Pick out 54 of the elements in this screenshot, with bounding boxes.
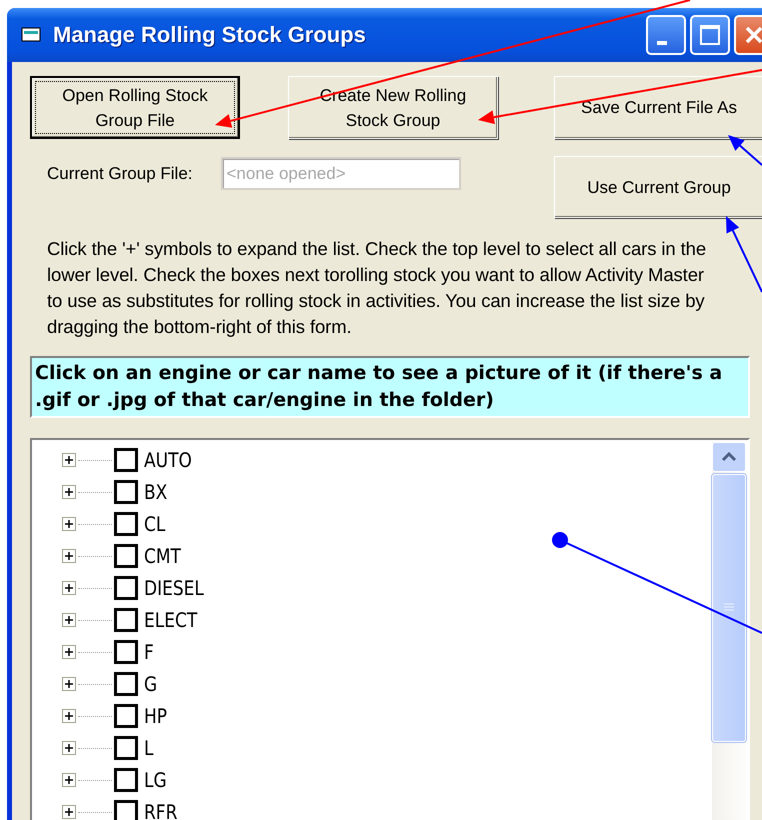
checkbox[interactable] (114, 448, 138, 472)
tree-item[interactable]: RFR (144, 800, 178, 820)
checkbox[interactable] (114, 576, 138, 600)
checkbox[interactable] (114, 800, 138, 820)
close-icon (743, 24, 762, 46)
scroll-thumb[interactable] (712, 474, 746, 742)
expand-icon[interactable] (62, 741, 76, 755)
expand-icon[interactable] (62, 613, 76, 627)
tree-item[interactable]: ELECT (144, 608, 198, 632)
checkbox[interactable] (114, 544, 138, 568)
maximize-icon (699, 24, 721, 46)
expand-icon[interactable] (62, 485, 76, 499)
expand-icon[interactable] (62, 709, 76, 723)
checkbox[interactable] (114, 640, 138, 664)
expand-icon[interactable] (62, 645, 76, 659)
scrollbar[interactable] (712, 442, 746, 820)
tree-item[interactable]: AUTO (144, 448, 192, 472)
tree-item[interactable]: G (144, 672, 158, 696)
minimize-button[interactable] (646, 15, 686, 55)
maximize-button[interactable] (690, 15, 730, 55)
expand-icon[interactable] (62, 517, 76, 531)
checkbox[interactable] (114, 768, 138, 792)
expand-icon[interactable] (62, 581, 76, 595)
expand-icon[interactable] (62, 453, 76, 467)
dialog-button[interactable]: Save Current File As (554, 76, 762, 139)
instructions-text: Click the '+' symbols to expand the list. Check the top level to select all cars in the lower level. Check the boxes next torolling stock you want to allow Activity Master to use as substitutes for rolling stock in activities. You can increase the list size by dragging the bottom-right of this form. (47, 237, 708, 339)
window-title: Manage Rolling Stock Groups (53, 22, 367, 48)
tree-item[interactable]: HP (144, 704, 168, 728)
checkbox[interactable] (114, 736, 138, 760)
expand-icon[interactable] (62, 677, 76, 691)
tree-item[interactable]: LG (144, 768, 167, 792)
dialog-button[interactable]: Create New Rolling Stock Group (288, 76, 498, 139)
tree-item[interactable]: CMT (144, 544, 181, 568)
expand-icon[interactable] (62, 549, 76, 563)
checkbox[interactable] (114, 480, 138, 504)
tree-item[interactable]: BX (144, 480, 168, 504)
tree-item[interactable]: F (144, 640, 154, 664)
dialog-button[interactable]: Use Current Group (554, 156, 762, 218)
checkbox[interactable] (114, 672, 138, 696)
minimize-icon (657, 41, 667, 45)
hint-text: Click on an engine or car name to see a picture of it (if there's a .gif or .jpg of that car/engine in the folder) (30, 356, 750, 418)
expand-icon[interactable] (62, 773, 76, 787)
tree-item[interactable]: CL (144, 512, 166, 536)
expand-icon[interactable] (62, 805, 76, 819)
dialog-button[interactable]: Open Rolling Stock Group File (30, 76, 240, 139)
annotation-arrow (728, 135, 762, 166)
checkbox[interactable] (114, 512, 138, 536)
close-button[interactable] (734, 15, 762, 55)
tree-item[interactable]: DIESEL (144, 576, 204, 600)
tree-item[interactable]: L (144, 736, 154, 760)
field-label: Current Group File: (47, 164, 192, 184)
checkbox[interactable] (114, 608, 138, 632)
app-icon (21, 26, 43, 44)
checkbox[interactable] (114, 704, 138, 728)
